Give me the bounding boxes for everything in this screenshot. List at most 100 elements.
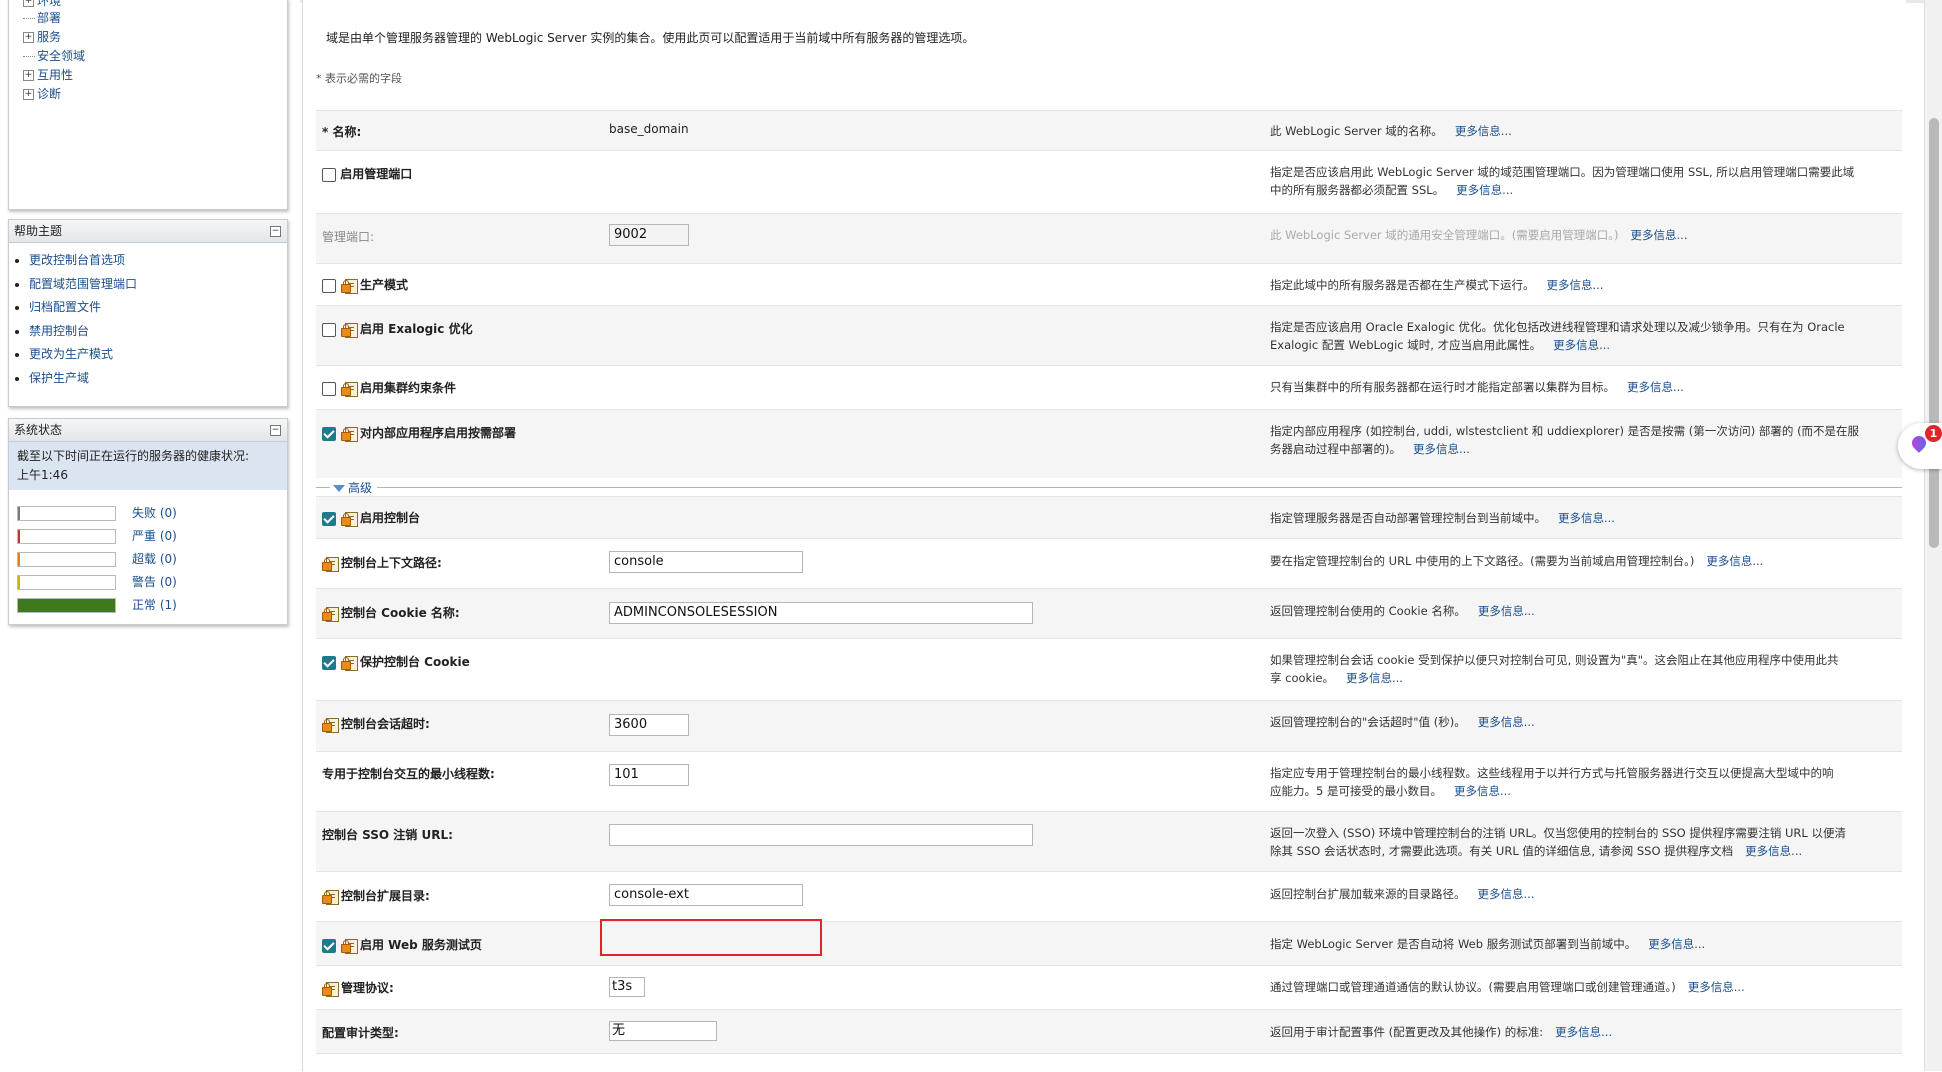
health-bar (17, 529, 116, 544)
tree-item-deployments[interactable]: 部署 (23, 10, 61, 26)
more-info-link[interactable]: 更多信息... (1553, 338, 1610, 352)
protect-cookie-checkbox[interactable] (322, 655, 336, 670)
tree-item-security-realms[interactable]: 安全领域 (23, 48, 85, 64)
field-row-protect-cookie: 保护控制台 Cookie 如果管理控制台会话 cookie 受到保护以便只对控制… (316, 638, 1902, 701)
health-bar (17, 575, 116, 590)
floating-assistant-button[interactable]: 1 (1898, 423, 1942, 469)
more-info-link[interactable]: 更多信息... (1413, 442, 1470, 456)
help-link-console-preferences[interactable]: 更改控制台首选项 (29, 249, 287, 273)
more-info-link[interactable]: 更多信息... (1688, 980, 1745, 994)
field-row-audit-type: 配置审计类型: 无 返回用于审计配置事件 (配置更改及其他操作) 的标准: 更多信… (316, 1009, 1902, 1054)
expand-icon[interactable]: + (23, 89, 34, 100)
collapse-triangle-icon (333, 485, 345, 492)
more-info-link[interactable]: 更多信息... (1631, 228, 1688, 242)
admin-port-checkbox[interactable] (322, 167, 336, 182)
expand-icon[interactable]: + (23, 70, 34, 81)
health-bar (17, 506, 116, 521)
lock-config-icon (322, 606, 339, 622)
field-desc: 指定管理服务器是否自动部署管理控制台到当前域中。 更多信息... (1270, 511, 1615, 525)
console-enabled-checkbox[interactable] (322, 511, 336, 526)
context-path-input[interactable] (609, 551, 803, 573)
more-info-link[interactable]: 更多信息... (1558, 511, 1615, 525)
cluster-constraints-checkbox[interactable] (322, 381, 336, 396)
field-desc: 返回管理控制台使用的 Cookie 名称。 更多信息... (1270, 604, 1535, 618)
more-info-link[interactable]: 更多信息... (1706, 554, 1763, 568)
required-note: * 表示必需的字段 (316, 72, 402, 85)
field-desc: 要在指定管理控制台的 URL 中使用的上下文路径。(需要为当前域启用管理控制台。… (1270, 554, 1764, 568)
lock-config-icon (341, 938, 358, 954)
more-info-link[interactable]: 更多信息... (1478, 715, 1535, 729)
more-info-link[interactable]: 更多信息... (1547, 278, 1604, 292)
lock-config-icon (341, 278, 358, 294)
domain-name-value: base_domain (609, 122, 689, 136)
field-desc: 指定是否应该启用此 WebLogic Server 域的域范围管理端口。因为管理… (1270, 165, 1855, 197)
more-info-link[interactable]: 更多信息... (1648, 937, 1705, 951)
scrollbar-thumb[interactable] (1929, 118, 1939, 548)
notification-badge: 1 (1925, 425, 1942, 442)
audit-type-select[interactable]: 无 (609, 1021, 717, 1041)
main-content: 域是由单个管理服务器管理的 WebLogic Server 实例的集合。使用此页… (302, 0, 1906, 1071)
extension-dir-input[interactable] (609, 884, 803, 906)
field-desc: 返回管理控制台的"会话超时"值 (秒)。 更多信息... (1270, 715, 1535, 729)
cookie-name-input[interactable] (609, 602, 1033, 624)
production-mode-checkbox[interactable] (322, 278, 336, 293)
help-link-secure-production[interactable]: 保护生产域 (29, 367, 287, 391)
more-info-link[interactable]: 更多信息... (1455, 124, 1512, 138)
field-row-console-enabled: 启用控制台 指定管理服务器是否自动部署管理控制台到当前域中。 更多信息... (316, 496, 1902, 539)
field-desc: 通过管理端口或管理通道通信的默认协议。(需要启用管理端口或创建管理通道。) 更多信… (1270, 980, 1745, 994)
sso-logout-url-input[interactable] (609, 824, 1033, 846)
more-info-link[interactable]: 更多信息... (1627, 380, 1684, 394)
ws-test-page-checkbox[interactable] (322, 938, 336, 953)
health-bar-fill (18, 530, 20, 543)
section-divider (316, 487, 1902, 488)
help-topics-header: 帮助主题 − (9, 220, 287, 243)
collapse-icon[interactable]: − (270, 425, 281, 436)
highlight-box (600, 919, 822, 956)
tree-item-diagnostics[interactable]: + 诊断 (23, 86, 61, 102)
health-bar (17, 552, 116, 567)
lock-config-icon (322, 889, 339, 905)
collapse-icon[interactable]: − (270, 226, 281, 237)
lock-config-icon (322, 556, 339, 572)
lock-config-icon (322, 717, 339, 733)
more-info-link[interactable]: 更多信息... (1478, 604, 1535, 618)
help-link-disable-console[interactable]: 禁用控制台 (29, 320, 287, 344)
admin-protocol-select[interactable]: t3s (609, 977, 645, 997)
help-link-production-mode[interactable]: 更改为生产模式 (29, 343, 287, 367)
expand-icon[interactable]: + (23, 32, 34, 43)
more-info-link[interactable]: 更多信息... (1456, 183, 1513, 197)
tree-item-services[interactable]: + 服务 (23, 29, 61, 45)
field-desc: 如果管理控制台会话 cookie 受到保护以便只对控制台可见, 则设置为"真"。… (1270, 653, 1839, 685)
expand-icon[interactable]: + (23, 0, 34, 7)
tree-connector-icon (23, 56, 35, 57)
field-row-exalogic: 启用 Exalogic 优化 指定是否应该启用 Oracle Exalogic … (316, 305, 1902, 366)
exalogic-checkbox[interactable] (322, 322, 336, 337)
field-row-production-mode: 生产模式 指定此域中的所有服务器是否都在生产模式下运行。 更多信息... (316, 263, 1902, 306)
admin-port-input[interactable] (609, 224, 689, 246)
field-row-admin-protocol: 管理协议: t3s 通过管理端口或管理通道通信的默认协议。(需要启用管理端口或创… (316, 965, 1902, 1010)
more-info-link[interactable]: 更多信息... (1478, 887, 1535, 901)
more-info-link[interactable]: 更多信息... (1555, 1025, 1612, 1039)
field-row-partial (316, 1053, 1902, 1072)
help-link-archive-config[interactable]: 归档配置文件 (29, 296, 287, 320)
help-link-domain-admin-port[interactable]: 配置域范围管理端口 (29, 273, 287, 297)
health-bar-fill (18, 599, 115, 612)
field-desc: 返回一次登入 (SSO) 环境中管理控制台的注销 URL。仅当您使用的控制台的 … (1270, 826, 1846, 858)
more-info-link[interactable]: 更多信息... (1745, 844, 1802, 858)
more-info-link[interactable]: 更多信息... (1454, 784, 1511, 798)
tree-item-interoperability[interactable]: + 互用性 (23, 67, 73, 83)
tree-item-environment[interactable]: + 环境 (23, 0, 61, 9)
system-status-panel: 系统状态 − 截至以下时间正在运行的服务器的健康状况: 上午1:46 失败 (0… (8, 418, 288, 625)
advanced-section-toggle[interactable]: 高级 (316, 479, 1902, 496)
field-row-admin-port: 管理端口: 此 WebLogic Server 域的通用安全管理端口。(需要启用… (316, 213, 1902, 264)
lock-config-icon (341, 426, 358, 442)
health-bar-fill (18, 507, 20, 520)
more-info-link[interactable]: 更多信息... (1346, 671, 1403, 685)
min-threads-input[interactable] (609, 764, 689, 786)
session-timeout-input[interactable] (609, 714, 689, 736)
vertical-scrollbar[interactable] (1924, 0, 1942, 1071)
field-row-ws-test-page: 启用 Web 服务测试页 指定 WebLogic Server 是否自动将 We… (316, 921, 1902, 966)
on-demand-deploy-checkbox[interactable] (322, 426, 336, 441)
field-desc: 指定 WebLogic Server 是否自动将 Web 服务测试页部署到当前域… (1270, 937, 1706, 951)
left-sidebar: +环境 部署 +服务 安全领域 +互用性 +诊断 帮助主题 − 更改控制台首选项… (0, 0, 300, 1071)
